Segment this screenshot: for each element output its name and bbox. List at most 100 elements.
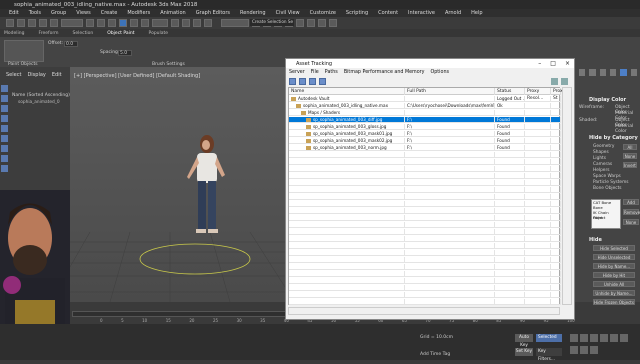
column-header-proxy-resol[interactable]: Proxy Resol... (525, 88, 551, 101)
asset-row[interactable]: sp_sophia_animated_003_norm.jpg F:\ Found (289, 145, 561, 151)
column-header-full-path[interactable]: Full Path (405, 88, 495, 95)
select-object-icon[interactable] (86, 19, 94, 27)
menu-arnold[interactable]: Arnold (445, 10, 461, 16)
category-none-button[interactable]: None (623, 153, 637, 159)
unhide-all-button[interactable]: Unhide All (593, 281, 635, 287)
percent-snap-icon[interactable] (204, 19, 212, 27)
pan-icon[interactable] (570, 346, 578, 354)
hide-unselected-button[interactable]: Hide Unselected (593, 254, 635, 260)
explorer-menu-select[interactable]: Select (6, 72, 21, 80)
menu-create[interactable]: Create (101, 10, 118, 16)
menu-scripting[interactable]: Scripting (346, 10, 368, 16)
display-geometry-icon[interactable] (1, 85, 8, 92)
material-editor-icon[interactable] (307, 19, 315, 27)
hide-by-name-button[interactable]: Hide by Name... (593, 263, 635, 269)
menu-edit[interactable]: Edit (9, 10, 19, 16)
go-to-end-icon[interactable] (610, 334, 618, 342)
set-key-button[interactable]: Set Key (515, 348, 533, 356)
highlight-icon[interactable] (319, 78, 326, 85)
display-spacewarps-icon[interactable] (1, 135, 8, 142)
bind-icon[interactable] (50, 19, 58, 27)
link-icon[interactable] (28, 19, 36, 27)
display-helpers-icon[interactable] (1, 125, 8, 132)
spacing-field[interactable]: 5.0 (118, 50, 132, 56)
motion-tab-icon[interactable] (609, 69, 617, 76)
modify-tab-icon[interactable] (589, 69, 596, 76)
refresh-icon[interactable] (309, 78, 316, 85)
rect-select-icon[interactable] (108, 19, 116, 27)
dialog-menu-server[interactable]: Server (289, 70, 305, 75)
viewport-label[interactable]: [+] [Perspective] [User Defined] [Defaul… (74, 73, 200, 79)
zoom-icon[interactable] (620, 334, 628, 342)
auto-key-button[interactable]: Auto Key (515, 334, 533, 348)
vertical-scrollbar[interactable] (562, 87, 572, 305)
tree-item[interactable]: sophia_animated_0 (18, 100, 60, 105)
render-setup-icon[interactable] (318, 19, 326, 27)
hide-heading[interactable]: Hide (589, 237, 602, 243)
menu-group[interactable]: Group (51, 10, 66, 16)
display-lights-icon[interactable] (1, 105, 8, 112)
asset-row[interactable]: sp_sophia_animated_003_diff.jpg F:\ Found (289, 117, 561, 123)
redo-icon[interactable] (17, 19, 25, 27)
column-header-name[interactable]: Name (289, 88, 405, 95)
display-cameras-icon[interactable] (1, 115, 8, 122)
maximize-icon[interactable]: □ (550, 60, 556, 67)
bone-objects-list[interactable]: CAT Bone Bone IK Chain Object Point (591, 199, 621, 229)
rotate-icon[interactable] (130, 19, 138, 27)
none-button[interactable]: None (623, 219, 639, 225)
undo-icon[interactable] (6, 19, 14, 27)
display-bones-icon[interactable] (1, 145, 8, 152)
dialog-menu-paths[interactable]: Paths (325, 70, 338, 75)
remove-button[interactable]: Remove (623, 209, 640, 215)
asset-row[interactable]: sp_sophia_animated_003_gloss.jpg F:\ Found (289, 124, 561, 130)
maximize-viewport-icon[interactable] (590, 346, 598, 354)
horizontal-scrollbar[interactable] (288, 307, 560, 315)
menu-help[interactable]: Help (471, 10, 482, 16)
options-icon[interactable] (551, 78, 558, 85)
perspective-viewport[interactable] (49, 67, 286, 303)
menu-tools[interactable]: Tools (29, 10, 41, 16)
render-icon[interactable] (329, 19, 337, 27)
minimize-icon[interactable]: – (538, 60, 541, 67)
named-selection-dropdown[interactable] (221, 19, 249, 27)
create-selection-set-field[interactable]: Create Selection Se (250, 19, 294, 26)
display-none-icon[interactable] (1, 165, 8, 172)
next-frame-icon[interactable] (600, 334, 608, 342)
menu-interactive[interactable]: Interactive (408, 10, 435, 16)
menu-customize[interactable]: Customize (310, 10, 336, 16)
category-invert-button[interactable]: Invert (623, 162, 637, 168)
menu-animation[interactable]: Animation (160, 10, 186, 16)
menu-graph-editors[interactable]: Graph Editors (196, 10, 230, 16)
asset-row[interactable]: sp_sophia_animated_003_mask02.jpg F:\ Foun… (289, 138, 561, 144)
bone-list-item[interactable]: Point (592, 215, 620, 220)
orbit-icon[interactable] (580, 346, 588, 354)
play-icon[interactable] (590, 334, 598, 342)
asset-row[interactable]: Autodesk Vault Logged Out ... (289, 96, 561, 102)
ribbon-tab-freeform[interactable]: Freeform (38, 31, 58, 36)
add-time-tag-button[interactable]: Add Time Tag (420, 352, 450, 357)
menu-content[interactable]: Content (378, 10, 398, 16)
menu-civil-view[interactable]: Civil View (276, 10, 300, 16)
selected-dropdown[interactable]: Selected (536, 334, 562, 342)
unhide-by-name-button[interactable]: Unhide by Name... (593, 290, 635, 296)
create-tab-icon[interactable] (579, 69, 586, 76)
unlink-icon[interactable] (39, 19, 47, 27)
dialog-menu-bitmap-performance-and-memory[interactable]: Bitmap Performance and Memory (344, 70, 425, 75)
ribbon-tab-object-paint[interactable]: Object Paint (107, 31, 134, 36)
column-header-proxy-st[interactable]: Proxy St (551, 88, 565, 101)
display-tab-icon[interactable] (620, 69, 627, 76)
shaded-material-color-radio[interactable]: Material Color (615, 124, 640, 134)
explorer-menu-edit[interactable]: Edit (52, 72, 62, 80)
help-icon[interactable] (561, 78, 568, 85)
display-shapes-icon[interactable] (1, 95, 8, 102)
dialog-menu-options[interactable]: Options (430, 70, 449, 75)
ribbon-tab-modeling[interactable]: Modeling (4, 31, 24, 36)
menu-views[interactable]: Views (76, 10, 90, 16)
go-to-start-icon[interactable] (570, 334, 578, 342)
menu-modifiers[interactable]: Modifiers (127, 10, 150, 16)
pivot-icon[interactable] (171, 19, 179, 27)
key-filters-button[interactable]: Key Filters... (536, 348, 562, 362)
move-icon[interactable] (119, 19, 127, 27)
select-by-name-icon[interactable] (97, 19, 105, 27)
explorer-menu-display[interactable]: Display (27, 72, 45, 80)
